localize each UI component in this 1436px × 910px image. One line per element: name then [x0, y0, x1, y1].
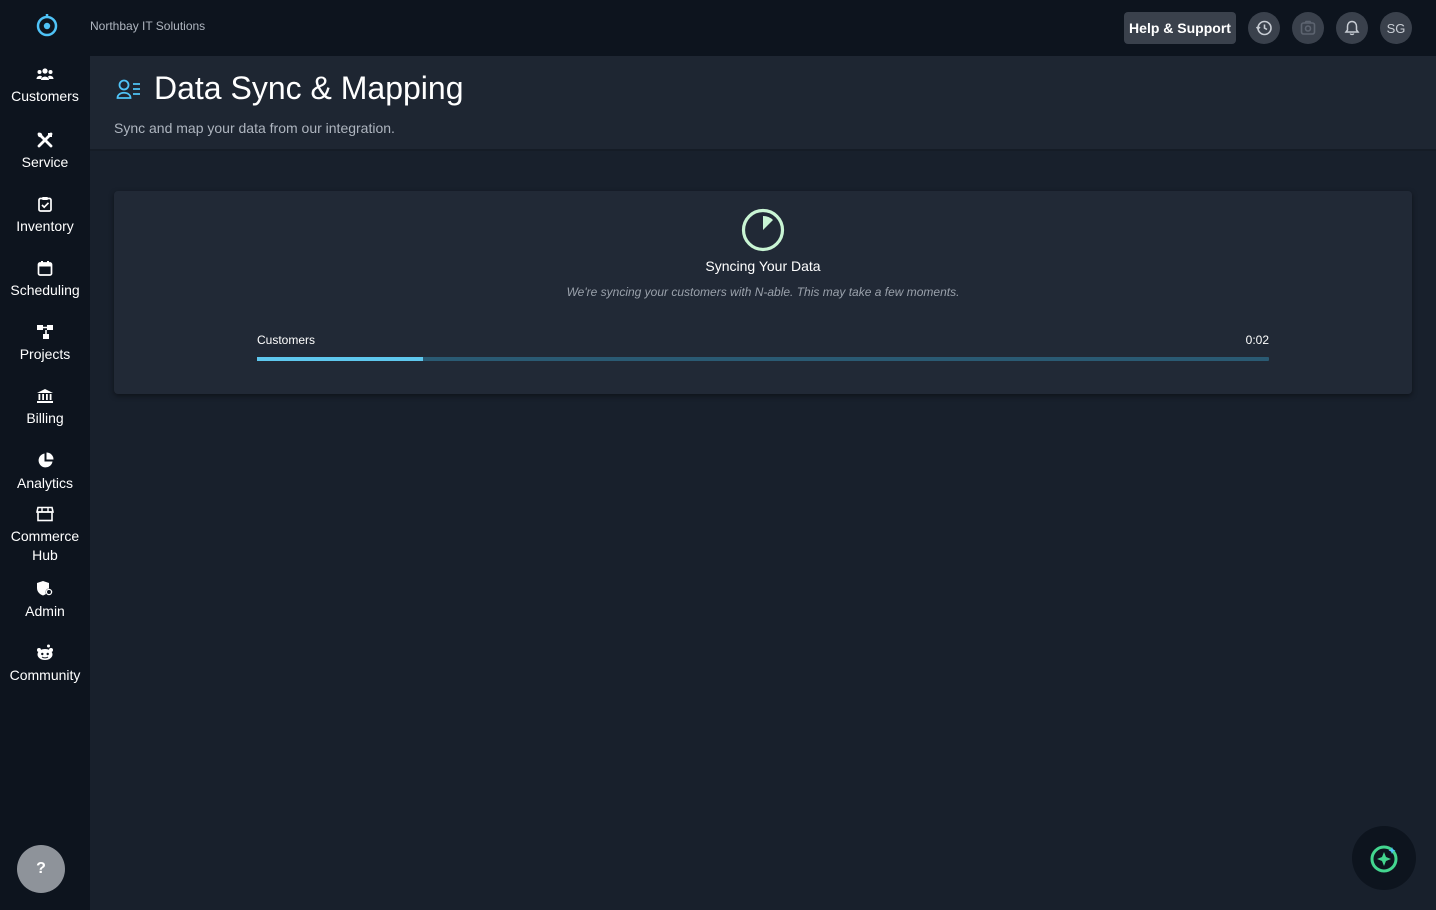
user-list-icon [116, 79, 140, 99]
sidebar-item-label: Projects [19, 346, 71, 362]
sidebar-item-label: Analytics [16, 475, 74, 491]
ai-sparkle-icon [1370, 845, 1398, 873]
sidebar-item-label: Scheduling [10, 282, 80, 298]
shield-gear-icon [37, 581, 53, 596]
sync-description: We're syncing your customers with N-able… [566, 285, 960, 299]
page-subtitle: Sync and map your data from our integrat… [114, 120, 395, 136]
community-icon [37, 644, 53, 660]
history-icon [1255, 20, 1272, 36]
sidebar-item-inventory[interactable]: Inventory [0, 196, 90, 236]
sidebar-item-analytics[interactable]: Analytics [0, 452, 90, 493]
sync-title: Syncing Your Data [705, 258, 821, 274]
sidebar-item-community[interactable]: Community [0, 644, 90, 685]
sidebar-item-projects[interactable]: Projects [0, 324, 90, 364]
help-support-button[interactable]: Help & Support [1124, 12, 1236, 44]
sidebar-item-scheduling[interactable]: Scheduling [0, 260, 90, 300]
sidebar-item-label: Service [21, 154, 69, 170]
sidebar-item-billing[interactable]: Billing [0, 388, 90, 428]
sync-progress-icon [741, 208, 785, 252]
sidebar-item-label: Admin [25, 603, 65, 619]
help-button[interactable]: ? [17, 845, 65, 893]
screenshot-icon [1300, 20, 1316, 35]
calendar-icon [37, 261, 53, 276]
sync-status-card: Syncing Your Data We're syncing your cus… [114, 191, 1412, 394]
progress-elapsed-time: 0:02 [1245, 333, 1269, 347]
sidebar-item-label: Billing [26, 410, 64, 426]
app-logo-icon[interactable] [34, 12, 60, 38]
bank-icon [37, 389, 53, 403]
sidebar: Customers Service Inventory Scheduling P… [0, 56, 90, 910]
user-avatar[interactable]: SG [1380, 12, 1412, 44]
store-icon [36, 506, 54, 522]
sidebar-item-admin[interactable]: Admin [0, 580, 90, 621]
sidebar-item-label: Community [9, 667, 81, 683]
page-header: Data Sync & Mapping Sync and map your da… [90, 56, 1436, 151]
bell-icon [1344, 20, 1360, 36]
page-title: Data Sync & Mapping [154, 70, 464, 106]
ai-assistant-button[interactable] [1352, 826, 1416, 890]
organization-name: Northbay IT Solutions [90, 19, 206, 33]
screenshot-button[interactable] [1292, 12, 1324, 44]
clipboard-check-icon [38, 197, 52, 212]
sidebar-item-label: Customers [11, 88, 79, 104]
sidebar-item-service[interactable]: Service [0, 132, 90, 172]
progress-bar-fill [257, 357, 423, 361]
project-diagram-icon [37, 325, 53, 339]
progress-bar [257, 357, 1269, 361]
tools-icon [37, 132, 53, 148]
sidebar-item-label: Commerce Hub [10, 528, 80, 563]
notifications-button[interactable] [1336, 12, 1368, 44]
progress-label: Customers [257, 333, 316, 347]
top-bar: Northbay IT Solutions Help & Support SG [0, 0, 1436, 56]
pie-chart-icon [38, 452, 53, 468]
sidebar-item-label: Inventory [16, 218, 74, 234]
sidebar-item-commerce-hub[interactable]: Commerce Hub [0, 506, 90, 565]
sidebar-item-customers[interactable]: Customers [0, 66, 90, 106]
history-button[interactable] [1248, 12, 1280, 44]
users-icon [36, 68, 54, 80]
